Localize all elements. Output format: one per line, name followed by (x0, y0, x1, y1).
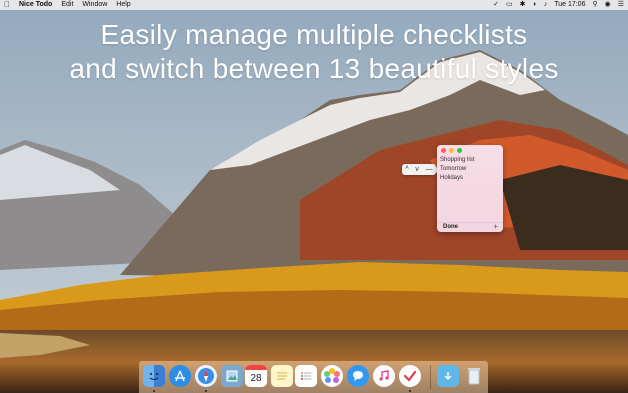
reminders-icon[interactable] (295, 365, 317, 387)
more-button[interactable]: — (426, 166, 433, 173)
move-up-button[interactable]: ^ (405, 166, 408, 173)
list-item[interactable]: Shopping list (440, 156, 474, 165)
dock-separator (430, 365, 431, 389)
menu-edit[interactable]: Edit (61, 0, 73, 10)
wifi-icon[interactable]: ◗ (532, 0, 536, 10)
menu-app-name[interactable]: Nice Todo (19, 0, 52, 10)
menu-help[interactable]: Help (116, 0, 130, 10)
photos-icon[interactable] (321, 365, 343, 387)
nice-todo-running-dot (409, 390, 411, 392)
move-down-button[interactable]: v (415, 166, 419, 173)
headline: Easily manage multiple checklists and sw… (0, 18, 628, 86)
menu-window[interactable]: Window (82, 0, 107, 10)
list-item[interactable]: Tomorrow (440, 165, 474, 174)
nice-todo-window: Shopping list Tomorrow Holidays Done + (437, 145, 503, 232)
safari-icon[interactable] (195, 365, 217, 387)
airplay-icon[interactable]: ▭ (506, 0, 513, 10)
menu-bar:  Nice Todo Edit Window Help ✓ ▭ ✱ ◗ ♪ T… (0, 0, 628, 10)
clock[interactable]: Tue 17:06 (554, 0, 585, 10)
finder-running-dot (153, 390, 155, 392)
list-item[interactable]: Holidays (440, 174, 474, 183)
nice-todo-icon[interactable] (399, 365, 421, 387)
calendar-day: 28 (250, 372, 262, 384)
menu-list-icon[interactable]: ☰ (618, 0, 624, 10)
status-checkmark-icon[interactable]: ✓ (493, 0, 499, 10)
safari-running-dot (205, 390, 207, 392)
done-button[interactable]: Done (443, 224, 458, 230)
app-store-icon[interactable] (169, 365, 191, 387)
add-button[interactable]: + (493, 223, 498, 231)
trash-icon[interactable] (463, 365, 485, 387)
headline-line-2: and switch between 13 beautiful styles (69, 53, 559, 84)
notes-icon[interactable] (271, 365, 293, 387)
downloads-folder-icon[interactable] (437, 365, 459, 387)
minimize-button[interactable] (449, 148, 454, 153)
dock: 28 (139, 361, 488, 393)
itunes-icon[interactable] (373, 365, 395, 387)
volume-icon[interactable]: ♪ (544, 0, 548, 10)
checklist-list: Shopping list Tomorrow Holidays (440, 156, 474, 183)
calendar-icon[interactable]: 28 (245, 365, 267, 387)
window-footer: Done + (437, 222, 503, 232)
bluetooth-icon[interactable]: ✱ (520, 0, 526, 10)
close-button[interactable] (441, 148, 446, 153)
apple-menu-icon[interactable]:  (4, 0, 10, 10)
user-icon[interactable]: ◉ (605, 0, 611, 10)
preview-icon[interactable] (221, 365, 243, 387)
reorder-popover: ^ v — (402, 164, 440, 175)
headline-line-1: Easily manage multiple checklists (100, 19, 528, 50)
messages-icon[interactable] (347, 365, 369, 387)
window-controls (441, 148, 462, 153)
finder-icon[interactable] (143, 365, 165, 387)
search-icon[interactable]: ⚲ (592, 0, 597, 10)
zoom-button[interactable] (457, 148, 462, 153)
